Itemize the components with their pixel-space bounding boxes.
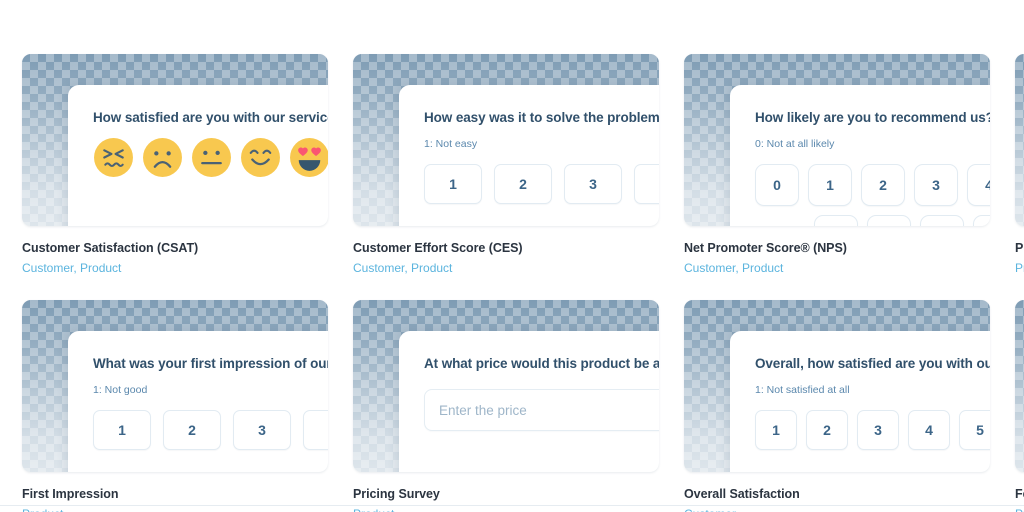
- preview-question: How easy was it to solve the problem?: [424, 110, 659, 125]
- neutral-face-icon[interactable]: [191, 137, 232, 178]
- footer-divider: [0, 505, 1024, 506]
- rating-option[interactable]: 4: [303, 410, 328, 450]
- template-card-grid: How satisfied are you with our service?: [22, 54, 1024, 512]
- template-thumbnail[interactable]: At what price would this product be a ba…: [353, 300, 659, 472]
- template-card-csat[interactable]: How satisfied are you with our service?: [22, 54, 328, 275]
- rating-option[interactable]: 2: [861, 164, 905, 206]
- card-title: Overall Satisfaction: [684, 487, 800, 501]
- template-card-feature-request[interactable]: Which feature would you like to see next…: [1015, 300, 1024, 512]
- card-tags[interactable]: Product: [22, 507, 328, 512]
- price-input-placeholder: Enter the price: [439, 402, 527, 418]
- rating-option[interactable]: 4: [634, 164, 659, 204]
- rating-option[interactable]: 1: [755, 410, 797, 450]
- template-thumbnail[interactable]: How satisfied are you with our service?: [22, 54, 328, 226]
- preview-scale-hint: 1: Not good: [93, 384, 148, 396]
- rating-option[interactable]: 1: [93, 410, 151, 450]
- emoji-rating-scale[interactable]: [93, 137, 328, 178]
- rating-option[interactable]: 4: [967, 164, 990, 206]
- rating-option[interactable]: 4: [908, 410, 950, 450]
- smiling-face-icon[interactable]: [240, 137, 281, 178]
- template-thumbnail[interactable]: How would you feel if you could no longe…: [1015, 54, 1024, 226]
- number-rating-scale[interactable]: 1 2 3 4 5: [93, 410, 328, 450]
- number-rating-scale-row-2[interactable]: 6 7 8 9 10: [814, 215, 990, 226]
- preview-scale-hint: 1: Not satisfied at all: [755, 384, 850, 396]
- rating-option[interactable]: 6: [814, 215, 858, 226]
- preview-scale-hint: 0: Not at all likely: [755, 138, 835, 150]
- preview-question: How likely are you to recommend us?: [755, 110, 990, 125]
- template-thumbnail[interactable]: How likely are you to recommend us? 0: N…: [684, 54, 990, 226]
- card-title: First Impression: [22, 487, 119, 501]
- heart-eyes-face-icon[interactable]: [289, 137, 328, 178]
- preview-question: Overall, how satisfied are you with our …: [755, 356, 990, 371]
- card-tags[interactable]: Customer, Product: [684, 261, 990, 275]
- card-title: Pricing Survey: [353, 487, 440, 501]
- card-title: Customer Effort Score (CES): [353, 241, 523, 255]
- survey-preview: Overall, how satisfied are you with our …: [730, 331, 990, 472]
- card-tags[interactable]: Product: [353, 507, 659, 512]
- frowning-face-icon[interactable]: [142, 137, 183, 178]
- preview-question: At what price would this product be a ba…: [424, 356, 659, 371]
- number-rating-scale[interactable]: 1 2 3 4 5: [424, 164, 659, 204]
- survey-preview: At what price would this product be a ba…: [399, 331, 659, 472]
- rating-option[interactable]: 2: [494, 164, 552, 204]
- card-title: Net Promoter Score® (NPS): [684, 241, 847, 255]
- preview-scale-hint: 1: Not easy: [424, 138, 478, 150]
- card-tags[interactable]: Product: [1015, 507, 1024, 512]
- template-thumbnail[interactable]: How easy was it to solve the problem? 1:…: [353, 54, 659, 226]
- template-card-overall-satisfaction[interactable]: Overall, how satisfied are you with our …: [684, 300, 990, 512]
- survey-preview: What was your first impression of our pr…: [68, 331, 328, 472]
- confounded-face-icon[interactable]: [93, 137, 134, 178]
- card-title: Feature Request: [1015, 487, 1024, 501]
- rating-option[interactable]: 2: [163, 410, 221, 450]
- template-card-product-market-fit[interactable]: How would you feel if you could no longe…: [1015, 54, 1024, 275]
- template-thumbnail[interactable]: Which feature would you like to see next…: [1015, 300, 1024, 472]
- card-tags[interactable]: Customer, Product: [22, 261, 328, 275]
- template-card-pricing[interactable]: At what price would this product be a ba…: [353, 300, 659, 512]
- card-tags[interactable]: Customer: [684, 507, 990, 512]
- preview-question: What was your first impression of our pr…: [93, 356, 328, 371]
- number-rating-scale[interactable]: 1 2 3 4 5 6: [755, 410, 990, 450]
- rating-option[interactable]: 3: [914, 164, 958, 206]
- preview-question: How satisfied are you with our service?: [93, 110, 328, 125]
- survey-preview: How satisfied are you with our service?: [68, 85, 328, 226]
- survey-preview: How likely are you to recommend us? 0: N…: [730, 85, 990, 226]
- rating-option[interactable]: 3: [857, 410, 899, 450]
- template-card-first-impression[interactable]: What was your first impression of our pr…: [22, 300, 328, 512]
- templates-gallery-page: How satisfied are you with our service?: [0, 0, 1024, 512]
- rating-option[interactable]: 5: [959, 410, 990, 450]
- rating-option[interactable]: 1: [424, 164, 482, 204]
- template-thumbnail[interactable]: What was your first impression of our pr…: [22, 300, 328, 472]
- rating-option[interactable]: 8: [920, 215, 964, 226]
- price-input[interactable]: Enter the price: [424, 389, 659, 431]
- rating-option[interactable]: 3: [233, 410, 291, 450]
- number-rating-scale-row-1[interactable]: 0 1 2 3 4 5: [755, 164, 990, 206]
- rating-option[interactable]: 2: [806, 410, 848, 450]
- template-card-nps[interactable]: How likely are you to recommend us? 0: N…: [684, 54, 990, 275]
- rating-option[interactable]: 0: [755, 164, 799, 206]
- rating-option[interactable]: 1: [808, 164, 852, 206]
- rating-option[interactable]: 7: [867, 215, 911, 226]
- card-title: Customer Satisfaction (CSAT): [22, 241, 199, 255]
- rating-option[interactable]: 9: [973, 215, 990, 226]
- survey-preview: How easy was it to solve the problem? 1:…: [399, 85, 659, 226]
- card-tags[interactable]: Product: [1015, 261, 1024, 275]
- rating-option[interactable]: 3: [564, 164, 622, 204]
- card-tags[interactable]: Customer, Product: [353, 261, 659, 275]
- card-title: Product Market Fit: [1015, 241, 1024, 255]
- template-card-ces[interactable]: How easy was it to solve the problem? 1:…: [353, 54, 659, 275]
- template-thumbnail[interactable]: Overall, how satisfied are you with our …: [684, 300, 990, 472]
